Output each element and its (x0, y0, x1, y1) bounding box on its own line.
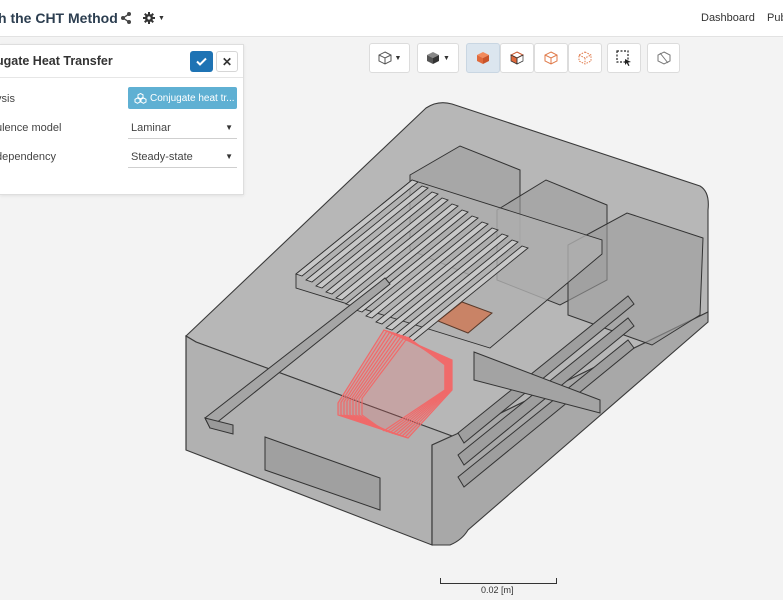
box-select-icon (616, 50, 631, 66)
scale-bar (440, 578, 557, 584)
conjugate-heat-transfer-panel: ugate Heat Transfer ✕ ysis Conjugate hea… (0, 44, 244, 195)
time-dependency-label: dependency (0, 151, 56, 163)
analysis-type-label: ysis (0, 93, 15, 105)
box-select-button[interactable] (607, 43, 641, 73)
clip-button[interactable] (647, 43, 680, 73)
surfaces-button[interactable] (466, 43, 500, 73)
panel-header: ugate Heat Transfer ✕ (0, 45, 243, 78)
turbulence-model-label: ulence model (0, 122, 62, 134)
time-dependency-select[interactable]: Steady-state ▼ (128, 146, 237, 168)
chevron-down-icon: ▼ (443, 54, 450, 62)
render-mode-button[interactable]: ▼ (417, 43, 459, 73)
chevron-down-icon: ▼ (225, 152, 233, 161)
analysis-type-button[interactable]: Conjugate heat tr... (128, 87, 237, 109)
turbulence-model-value: Laminar (131, 121, 171, 134)
wireframe-button[interactable] (534, 43, 568, 73)
surfaces-edges-button[interactable] (500, 43, 534, 73)
view-orientation-button[interactable]: ▼ (369, 43, 410, 73)
clip-icon (657, 51, 670, 65)
chevron-down-icon: ▼ (394, 54, 402, 62)
check-icon (196, 57, 207, 66)
chevron-down-icon: ▼ (225, 123, 233, 132)
time-dependency-value: Steady-state (131, 150, 193, 163)
close-icon: ✕ (221, 54, 233, 69)
points-button[interactable] (568, 43, 602, 73)
analysis-type-value: Conjugate heat tr... (150, 92, 235, 104)
cube-solid-icon (427, 52, 440, 64)
confirm-button[interactable] (190, 51, 213, 72)
close-button[interactable]: ✕ (216, 51, 238, 72)
cube-outline-icon (378, 51, 392, 65)
panel-title: ugate Heat Transfer (0, 54, 113, 68)
cube-wire-icon (544, 51, 558, 65)
turbulence-model-select[interactable]: Laminar ▼ (128, 117, 237, 139)
cube-split-icon (510, 51, 524, 65)
cubes-icon (134, 92, 147, 104)
cube-dots-icon (578, 51, 592, 65)
cube-orange-icon (477, 52, 489, 64)
scale-bar-label: 0.02 [m] (481, 585, 514, 595)
